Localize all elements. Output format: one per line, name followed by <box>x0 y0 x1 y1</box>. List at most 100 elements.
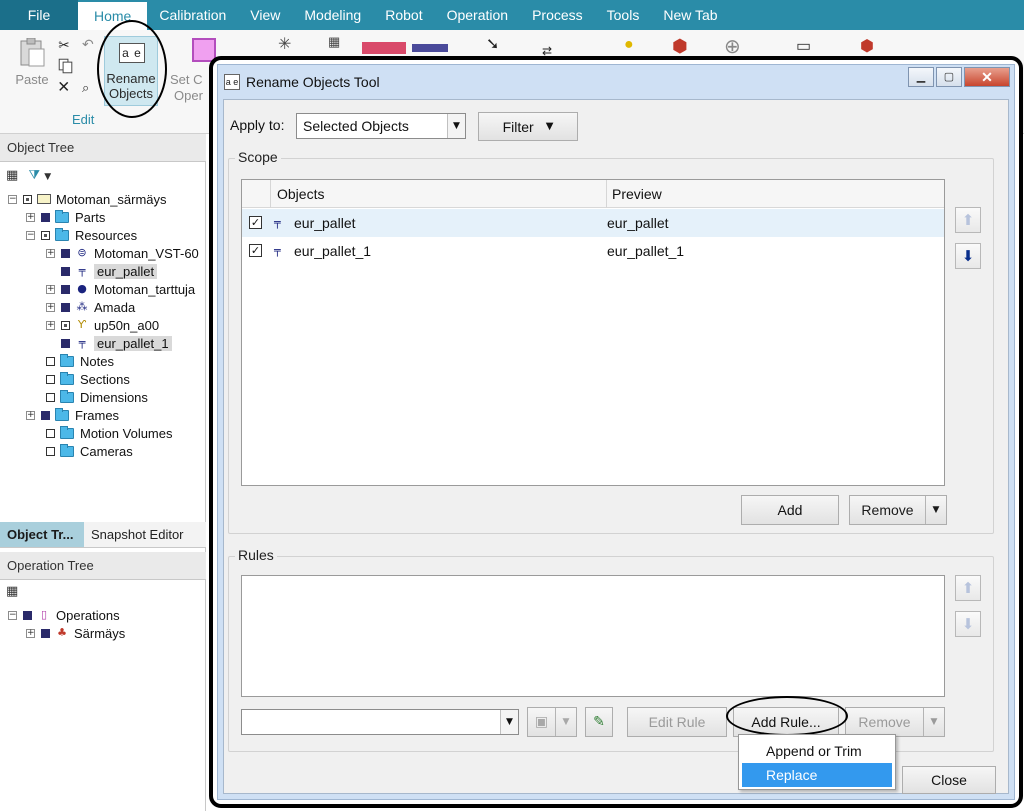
chevron-down-icon[interactable]: ▼ <box>926 496 946 524</box>
tab-snapshot-editor[interactable]: Snapshot Editor <box>84 522 191 547</box>
chevron-down-icon[interactable]: ▼ <box>44 172 51 182</box>
tree-item-study[interactable]: − Motoman_särmäys <box>8 190 167 208</box>
rule-move-up-button[interactable]: ⬆ <box>955 575 981 601</box>
tree-checkbox[interactable] <box>23 610 32 620</box>
collapse-icon[interactable]: − <box>26 230 35 240</box>
tree-checkbox[interactable] <box>46 428 55 438</box>
tab-process[interactable]: Process <box>520 0 595 30</box>
collapse-icon[interactable]: − <box>8 610 17 620</box>
tree-checkbox[interactable] <box>23 194 32 204</box>
collapse-icon[interactable]: − <box>8 194 17 204</box>
tree-item-frames[interactable]: + Frames <box>26 406 119 424</box>
tree-item-up50n[interactable]: + Ƴ up50n_a00 <box>46 316 159 334</box>
tree-item-motoman-vst[interactable]: + ⊜ Motoman_VST-60 <box>46 244 199 262</box>
move-up-button[interactable]: ⬆ <box>955 207 981 233</box>
rules-list[interactable] <box>241 575 945 697</box>
expand-icon[interactable]: + <box>26 628 35 638</box>
tree-checkbox[interactable] <box>61 302 70 312</box>
apply-to-select[interactable]: Selected Objects ▼ <box>296 113 466 139</box>
tree-item-motion-volumes[interactable]: Motion Volumes <box>46 424 173 442</box>
save-icon[interactable]: ▣ <box>528 708 556 736</box>
rule-move-down-button[interactable]: ⬇ <box>955 611 981 637</box>
tab-view[interactable]: View <box>238 0 292 30</box>
tab-tools[interactable]: Tools <box>595 0 652 30</box>
menu-item-replace[interactable]: Replace <box>742 763 892 787</box>
undo-icon[interactable]: ↶ <box>82 36 94 53</box>
tab-robot[interactable]: Robot <box>373 0 434 30</box>
rule-remove-label[interactable]: Remove <box>846 708 924 736</box>
tree-item-sarmays[interactable]: + ♣ Särmäys <box>26 624 125 642</box>
find-icon[interactable]: ⌕ <box>82 80 89 96</box>
rule-set-select[interactable]: ▼ <box>241 709 519 735</box>
expand-icon[interactable]: + <box>46 302 55 312</box>
spark-icon[interactable]: ✳ <box>278 34 291 54</box>
tree-item-parts[interactable]: + Parts <box>26 208 105 226</box>
scope-remove-button[interactable]: Remove ▼ <box>849 495 947 525</box>
tree-checkbox[interactable] <box>41 230 50 240</box>
expand-icon[interactable]: + <box>26 410 35 420</box>
cube-arrow-icon[interactable]: ⬢ <box>860 36 874 56</box>
tree-item-operations[interactable]: − ▯ Operations <box>8 606 120 624</box>
tree-view-icon[interactable]: ▦ <box>6 168 18 183</box>
edit-rule-button[interactable]: Edit Rule <box>627 707 727 737</box>
table-row[interactable]: ✓ ╤ eur_pallet_1 eur_pallet_1 <box>242 237 944 265</box>
marker-icons[interactable] <box>362 42 406 54</box>
tree-checkbox[interactable] <box>41 212 50 222</box>
ruler-icon[interactable] <box>412 44 448 52</box>
close-window-button[interactable]: ✕ <box>964 67 1010 87</box>
tree-item-cameras[interactable]: Cameras <box>46 442 133 460</box>
file-menu[interactable]: File <box>0 0 78 30</box>
tab-modeling[interactable]: Modeling <box>292 0 373 30</box>
tree-checkbox[interactable] <box>61 320 70 330</box>
tree-checkbox[interactable] <box>41 628 50 638</box>
tab-calibration[interactable]: Calibration <box>147 0 238 30</box>
tree-item-eur-pallet-1[interactable]: ╤ eur_pallet_1 <box>61 334 172 352</box>
tree-item-amada[interactable]: + ⁂ Amada <box>46 298 135 316</box>
menu-item-append-or-trim[interactable]: Append or Trim <box>742 739 892 763</box>
column-objects[interactable]: Objects <box>277 186 324 202</box>
row-checkbox[interactable]: ✓ <box>249 216 262 229</box>
expand-icon[interactable]: + <box>46 248 55 258</box>
tree-item-eur-pallet[interactable]: ╤ eur_pallet <box>61 262 158 280</box>
chevron-down-icon[interactable]: ▼ <box>447 114 465 138</box>
tab-new-tab[interactable]: New Tab <box>651 0 729 30</box>
filter-icon[interactable]: ⧩ <box>28 168 40 183</box>
tree-checkbox[interactable] <box>46 356 55 366</box>
tree-checkbox[interactable] <box>41 410 50 420</box>
edit-rule-set-icon[interactable]: ✎ <box>585 707 613 737</box>
expand-icon[interactable]: + <box>46 284 55 294</box>
tree-checkbox[interactable] <box>46 446 55 456</box>
tree-checkbox[interactable] <box>61 284 70 294</box>
column-preview[interactable]: Preview <box>612 186 662 202</box>
tab-operation[interactable]: Operation <box>435 0 520 30</box>
tree-checkbox[interactable] <box>46 374 55 384</box>
scope-grid[interactable]: Objects Preview ✓ ╤ eur_pallet eur_palle… <box>241 179 945 486</box>
chevron-down-icon[interactable]: ▼ <box>924 708 944 736</box>
grid-icon[interactable]: ▦ <box>328 34 340 50</box>
cube-red-icon[interactable]: ⬢ <box>672 36 688 57</box>
table-row[interactable]: ✓ ╤ eur_pallet eur_pallet <box>242 209 944 237</box>
tree-checkbox[interactable] <box>61 248 70 258</box>
tree-item-sections[interactable]: Sections <box>46 370 130 388</box>
minimize-button[interactable]: ▁ <box>908 67 934 87</box>
row-checkbox[interactable]: ✓ <box>249 244 262 257</box>
tree-checkbox[interactable] <box>61 266 70 276</box>
tree-checkbox[interactable] <box>46 392 55 402</box>
filter-button[interactable]: Filter ▼ <box>478 112 578 141</box>
cursor-icon[interactable]: ➘ <box>486 34 499 54</box>
tree-checkbox[interactable] <box>61 338 70 348</box>
tree-item-notes[interactable]: Notes <box>46 352 114 370</box>
folder-open-icon[interactable]: ▭ <box>796 36 811 56</box>
paste-icon[interactable] <box>18 38 46 68</box>
move-down-button[interactable]: ⬇ <box>955 243 981 269</box>
scope-remove-label[interactable]: Remove <box>850 496 926 524</box>
tree-view-icon[interactable]: ▦ <box>6 584 18 599</box>
expand-icon[interactable]: + <box>46 320 55 330</box>
tab-object-tree[interactable]: Object Tr... <box>0 522 84 547</box>
scope-add-button[interactable]: Add <box>741 495 839 525</box>
tree-item-resources[interactable]: − Resources <box>26 226 137 244</box>
maximize-button[interactable]: ▢ <box>936 67 962 87</box>
rule-remove-button[interactable]: Remove ▼ <box>845 707 945 737</box>
tree-item-dimensions[interactable]: Dimensions <box>46 388 148 406</box>
lightbulb-icon[interactable]: ● <box>624 36 634 54</box>
